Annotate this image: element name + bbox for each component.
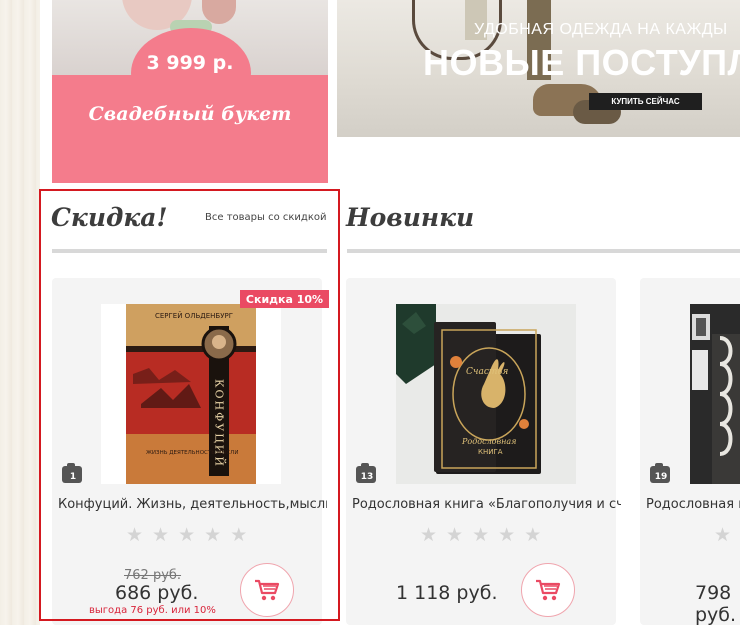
- star-icon[interactable]: ★: [524, 525, 541, 545]
- photo-count[interactable]: 1: [62, 463, 84, 486]
- new-arrivals-banner[interactable]: УДОБНАЯ ОДЕЖДА НА КАЖДЫ НОВЫЕ ПОСТУПЛ КУ…: [337, 0, 740, 137]
- price: 1 118 руб.: [396, 582, 498, 604]
- rating-stars[interactable]: ★: [714, 525, 731, 545]
- star-icon[interactable]: ★: [230, 525, 247, 545]
- shopping-cart-icon: [255, 579, 280, 601]
- banner-subtitle: УДОБНАЯ ОДЕЖДА НА КАЖДЫ: [474, 21, 728, 38]
- product-card[interactable]: Счастья Родословная КНИГА 13 Родословная…: [346, 278, 621, 625]
- promo-price: 3 999 р.: [146, 52, 234, 74]
- book-author: СЕРГЕЙ ОЛЬДЕНБУРГ: [155, 311, 233, 320]
- product-card[interactable]: СЕРГЕЙ ОЛЬДЕНБУРГ КОНФУЦИЙ ЖИЗНЬ ДЕЯТЕЛЬ…: [52, 278, 329, 625]
- star-icon[interactable]: ★: [178, 525, 195, 545]
- old-price: 762 руб.: [124, 568, 182, 583]
- star-icon[interactable]: ★: [420, 525, 437, 545]
- add-to-cart-button[interactable]: [521, 563, 575, 617]
- star-icon[interactable]: ★: [126, 525, 143, 545]
- add-to-cart-button[interactable]: [240, 563, 294, 617]
- photo-count-number: 19: [654, 472, 668, 482]
- product-image-genealogy-book[interactable]: Счастья Родословная КНИГА: [396, 304, 576, 484]
- photo-count[interactable]: 19: [650, 463, 672, 486]
- price: 798 руб.: [695, 582, 737, 625]
- product-card[interactable]: 19 Родословная книга ★ 798 руб.: [640, 278, 740, 625]
- book-subtitle: КНИГА: [478, 448, 503, 456]
- photo-count[interactable]: 13: [356, 463, 378, 486]
- page-background: [0, 0, 40, 625]
- product-title[interactable]: Родословная книга «Благополучия и счасть…: [352, 497, 621, 512]
- section-divider: [347, 249, 740, 253]
- photo-count-number: 1: [69, 472, 77, 482]
- book-name: Родословная: [461, 437, 516, 446]
- product-title[interactable]: Родословная книга: [646, 497, 740, 512]
- product-image-genealogy-book-3[interactable]: [690, 304, 740, 484]
- product-image-book-confucius[interactable]: СЕРГЕЙ ОЛЬДЕНБУРГ КОНФУЦИЙ ЖИЗНЬ ДЕЯТЕЛЬ…: [101, 304, 281, 484]
- rating-stars[interactable]: ★ ★ ★ ★ ★: [126, 525, 247, 545]
- star-icon[interactable]: ★: [446, 525, 463, 545]
- buy-now-button[interactable]: КУПИТЬ СЕЙЧАС: [589, 93, 702, 110]
- section-divider: [52, 249, 327, 253]
- svg-text:Счастья: Счастья: [466, 367, 508, 377]
- star-icon[interactable]: ★: [204, 525, 221, 545]
- star-icon[interactable]: ★: [472, 525, 489, 545]
- section-title-discount: Скидка!: [51, 203, 168, 232]
- all-discount-products-link[interactable]: Все товары со скидкой: [205, 212, 326, 223]
- star-icon[interactable]: ★: [498, 525, 515, 545]
- product-title[interactable]: Конфуций. Жизнь, деятельность,мысли: [58, 497, 327, 512]
- saving-text: выгода 76 руб. или 10%: [89, 605, 216, 616]
- book-subtitle: ЖИЗНЬ ДЕЯТЕЛЬНОСТЬ МЫСЛИ: [146, 450, 238, 456]
- promo-title: Свадебный букет: [88, 103, 292, 125]
- discount-badge: Скидка 10%: [240, 290, 329, 308]
- star-icon[interactable]: ★: [152, 525, 169, 545]
- page-content: 3 999 р. Свадебный букет УДОБНАЯ ОДЕЖДА …: [40, 0, 740, 625]
- promo-card-wedding-bouquet[interactable]: 3 999 р. Свадебный букет: [52, 0, 328, 183]
- star-icon[interactable]: ★: [714, 525, 731, 545]
- photo-count-number: 13: [360, 472, 374, 482]
- price: 686 руб.: [115, 582, 199, 604]
- section-title-new: Новинки: [346, 203, 475, 232]
- banner-title: НОВЫЕ ПОСТУПЛ: [423, 42, 740, 83]
- rating-stars[interactable]: ★ ★ ★ ★ ★: [420, 525, 541, 545]
- shopping-cart-icon: [536, 579, 561, 601]
